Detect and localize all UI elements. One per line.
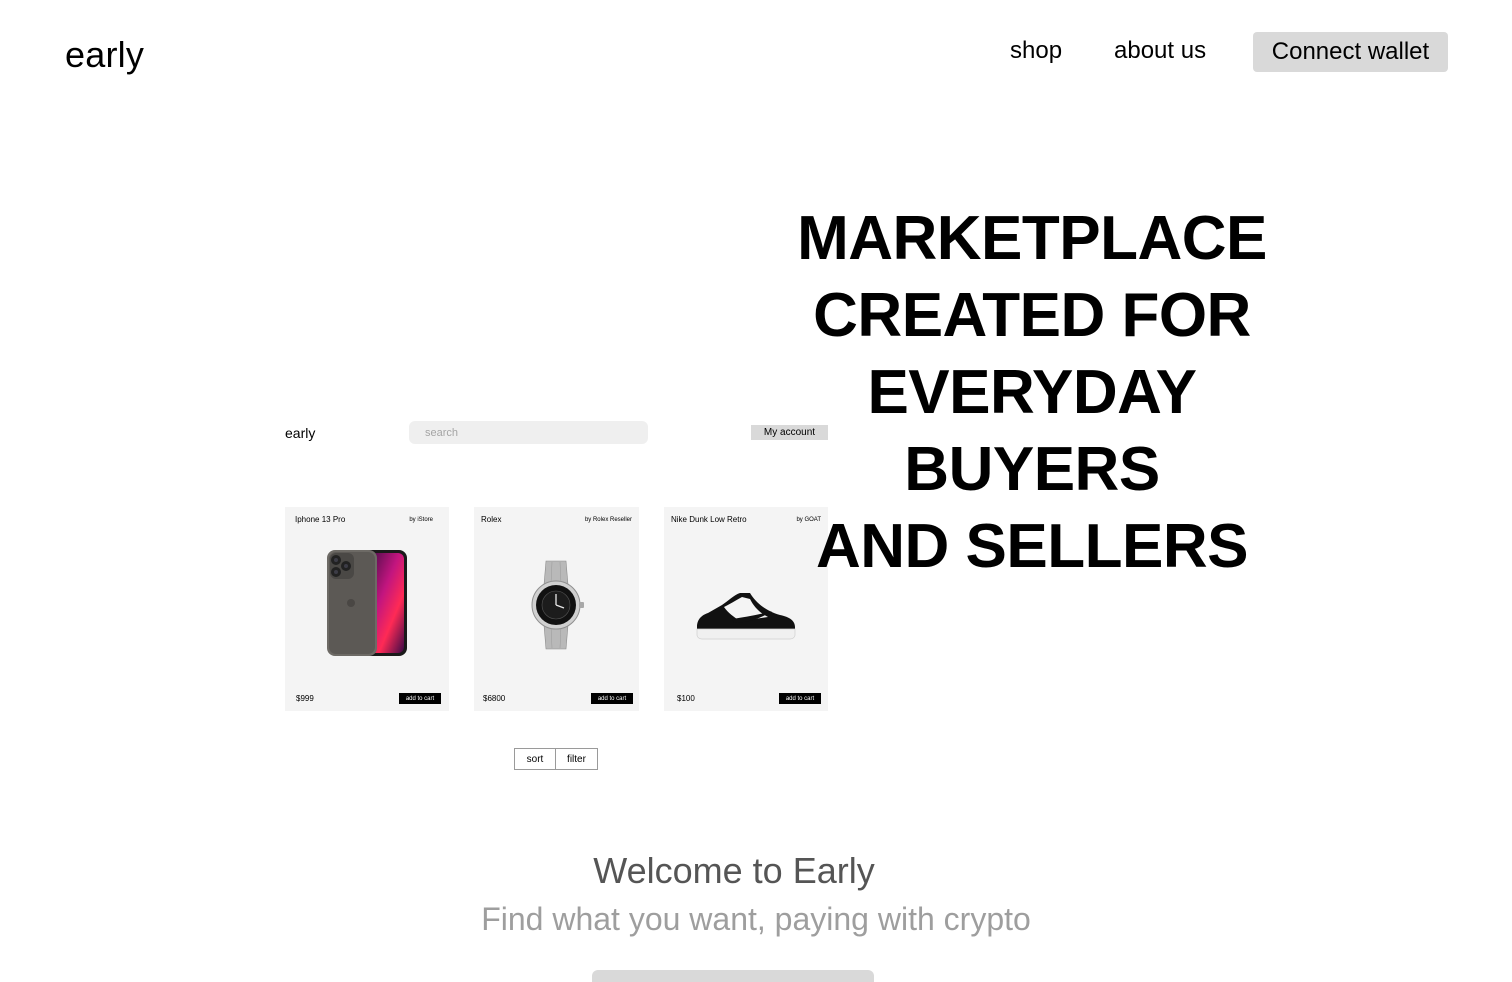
hero-headline: MARKETPLACE CREATED FOR EVERYDAY BUYERS … [752, 200, 1312, 585]
nav-about-link[interactable]: about us [1114, 37, 1206, 65]
product-seller: by iStore [409, 517, 433, 523]
preview-controls: sort filter [514, 748, 598, 770]
product-name: Rolex [481, 515, 502, 524]
product-card[interactable]: Rolex by Rolex Reseller $6800 add to car… [474, 507, 639, 711]
marketplace-preview: early My account Iphone 13 Pro by iStore [285, 420, 830, 780]
product-price: $100 [677, 694, 695, 703]
preview-search-input[interactable] [409, 421, 648, 444]
product-card[interactable]: Iphone 13 Pro by iStore $999 add to cart [285, 507, 449, 711]
filter-button[interactable]: filter [556, 748, 598, 770]
product-price: $6800 [483, 694, 506, 703]
preview-logo: early [285, 425, 316, 441]
headline-line: EVERYDAY BUYERS [867, 358, 1197, 504]
add-to-cart-button[interactable]: add to cart [779, 693, 821, 704]
product-name: Iphone 13 Pro [295, 515, 346, 524]
welcome-subtitle: Find what you want, paying with crypto [481, 901, 1031, 937]
welcome-title: Welcome to Early [593, 850, 875, 891]
product-name: Nike Dunk Low Retro [671, 515, 747, 524]
add-to-cart-button[interactable]: add to cart [591, 693, 633, 704]
watch-icon [531, 560, 584, 650]
headline-line: AND SELLERS [816, 512, 1248, 581]
sneaker-icon [696, 593, 796, 640]
phone-icon [327, 550, 407, 656]
product-seller: by Rolex Reseller [584, 517, 632, 523]
sort-button[interactable]: sort [514, 748, 556, 770]
add-to-cart-button[interactable]: add to cart [399, 693, 441, 704]
landing-page: early shop about us Connect wallet early… [0, 0, 1512, 982]
headline-line: CREATED FOR [813, 281, 1251, 350]
nav-shop-link[interactable]: shop [1010, 37, 1062, 65]
product-price: $999 [296, 694, 314, 703]
cta-button[interactable] [592, 970, 874, 982]
brand-logo[interactable]: early [65, 34, 144, 76]
headline-line: MARKETPLACE [797, 204, 1267, 273]
connect-wallet-button[interactable]: Connect wallet [1253, 32, 1448, 72]
